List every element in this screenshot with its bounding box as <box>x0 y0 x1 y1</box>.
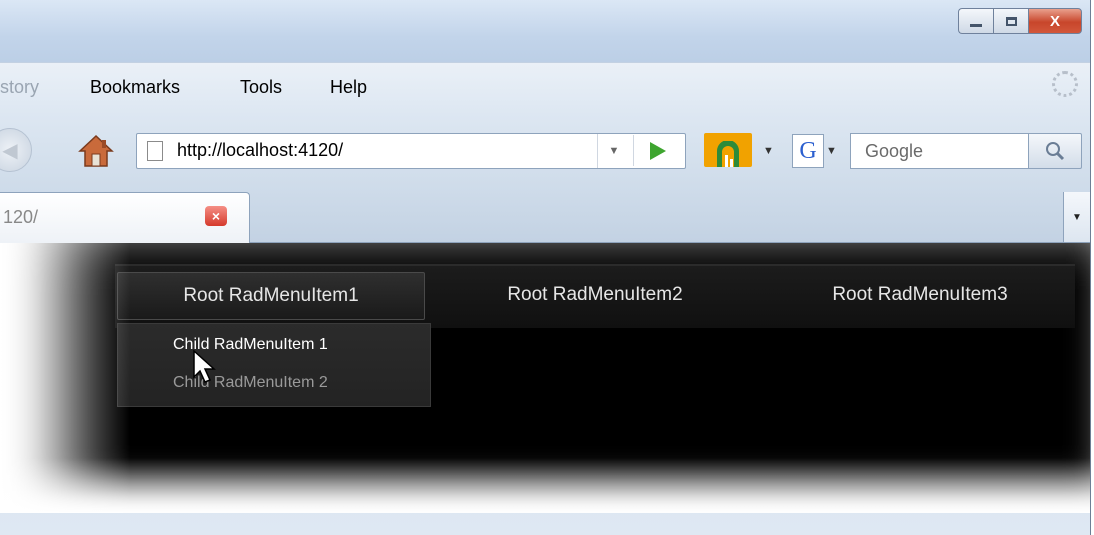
close-icon: × <box>211 208 221 224</box>
menu-history[interactable]: story <box>0 77 39 98</box>
root-menu-item-label: Root RadMenuItem3 <box>832 284 1008 305</box>
root-menu-item-2[interactable]: Root RadMenuItem2 <box>445 272 745 318</box>
chevron-down-icon: ▼ <box>608 145 620 157</box>
throbber-icon <box>1052 71 1078 97</box>
search-input[interactable]: Google <box>850 133 1029 169</box>
minimize-button[interactable] <box>958 8 993 34</box>
close-icon: X <box>1049 12 1060 30</box>
page-content: Root RadMenuItem1 Root RadMenuItem2 Root… <box>0 243 1090 513</box>
google-icon: G <box>799 137 817 164</box>
menu-bar: story Bookmarks Tools Help <box>0 62 1090 115</box>
title-bar: X <box>0 0 1090 62</box>
root-menu-item-label: Root RadMenuItem2 <box>507 284 683 305</box>
addon-dropdown-icon[interactable]: ▼ <box>763 145 774 157</box>
search-engine-dropdown-icon[interactable]: ▼ <box>826 145 837 157</box>
minimize-icon <box>970 23 982 27</box>
maximize-icon <box>1005 16 1017 26</box>
navigation-toolbar: ◀ http://localhost:4120/ ▼ ▼ G ▼ Google <box>0 114 1090 186</box>
mouse-pointer-icon <box>193 349 216 383</box>
tab-label: 120/ <box>3 207 39 227</box>
addon-toolbar-button[interactable] <box>704 133 752 167</box>
go-button[interactable] <box>633 135 682 166</box>
search-placeholder: Google <box>865 141 924 161</box>
search-engine-selector[interactable]: G <box>792 134 824 168</box>
menu-tools[interactable]: Tools <box>240 77 282 98</box>
rad-menu: Root RadMenuItem1 Root RadMenuItem2 Root… <box>115 264 1075 328</box>
close-button[interactable]: X <box>1028 8 1082 34</box>
url-text[interactable]: http://localhost:4120/ <box>177 140 343 161</box>
tab-strip: 120/ × ▼ <box>0 186 1090 243</box>
menu-bookmarks[interactable]: Bookmarks <box>90 77 180 98</box>
search-icon <box>1046 142 1065 161</box>
window-controls: X <box>958 8 1082 34</box>
search-button[interactable] <box>1028 133 1082 169</box>
root-menu-item-label: Root RadMenuItem1 <box>183 285 359 306</box>
maximize-button[interactable] <box>993 8 1028 34</box>
tab-list-button[interactable]: ▼ <box>1063 192 1090 242</box>
bottom-fade <box>0 458 1090 513</box>
browser-window: X story Bookmarks Tools Help ◀ http://lo… <box>0 0 1091 535</box>
back-button[interactable]: ◀ <box>0 128 32 172</box>
menu-help[interactable]: Help <box>330 77 367 98</box>
back-arrow-icon: ◀ <box>2 139 18 162</box>
root-menu-item-1[interactable]: Root RadMenuItem1 <box>117 272 425 320</box>
page-icon <box>147 141 163 161</box>
home-icon[interactable] <box>78 134 114 168</box>
tab-close-button[interactable]: × <box>205 206 227 226</box>
gauge-icon <box>717 141 739 167</box>
url-dropdown-button[interactable]: ▼ <box>597 134 630 168</box>
url-bar[interactable]: http://localhost:4120/ ▼ <box>136 133 686 169</box>
go-arrow-icon <box>650 141 666 160</box>
root-menu-item-3[interactable]: Root RadMenuItem3 <box>770 272 1070 318</box>
submenu-dropdown: Child RadMenuItem 1 Child RadMenuItem 2 <box>117 323 431 407</box>
chevron-down-icon: ▼ <box>1072 211 1082 223</box>
browser-tab[interactable]: 120/ × <box>0 192 250 243</box>
